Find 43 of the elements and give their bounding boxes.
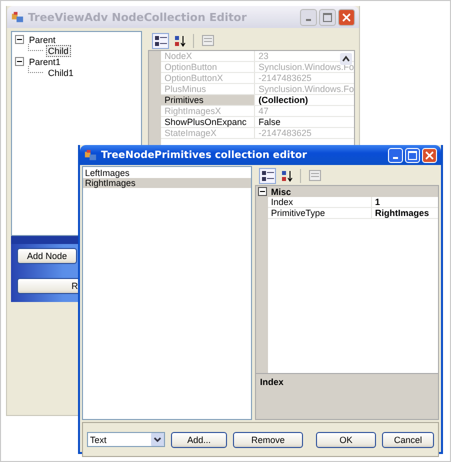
window-title: TreeViewAdv NodeCollection Editor — [28, 10, 248, 24]
collapse-icon[interactable] — [15, 57, 24, 66]
app-icon — [84, 148, 97, 162]
category-label: Misc — [271, 186, 292, 196]
property-name[interactable]: Index — [268, 197, 372, 207]
add-button[interactable]: Add... — [171, 432, 227, 448]
categorized-icon[interactable] — [152, 32, 170, 48]
categorized-icon[interactable] — [259, 168, 276, 184]
tree-node[interactable]: Parent — [27, 34, 58, 46]
property-value: 47 — [257, 106, 268, 116]
window-title: TreeNodePrimitives collection editor — [101, 150, 308, 160]
caret-icon — [151, 433, 164, 446]
property-value: -2147483625 — [257, 73, 312, 83]
property-value: False — [257, 117, 280, 127]
description-title: Index — [260, 377, 284, 387]
close-icon — [425, 150, 434, 160]
app-icon — [11, 10, 24, 24]
property-name[interactable]: Primitives — [161, 95, 256, 105]
add-node-button[interactable]: Add Node — [17, 248, 77, 264]
property-value: -2147483625 — [257, 128, 312, 138]
property-value: Synclusion.Windows.Fo — [257, 62, 354, 72]
tree-node[interactable]: Child1 — [46, 66, 76, 78]
maximize-icon — [323, 12, 332, 22]
remove-button[interactable]: Remove — [233, 432, 303, 448]
scroll-up-icon[interactable] — [340, 53, 352, 65]
tree-node[interactable]: Child — [46, 44, 71, 56]
property-value: 1 — [374, 197, 380, 207]
close-icon — [342, 12, 351, 22]
property-value: 23 — [257, 51, 268, 61]
collapse-icon[interactable] — [258, 187, 267, 196]
maximize-icon — [408, 150, 417, 160]
property-value: RightImages — [374, 208, 430, 218]
property-name[interactable]: ShowPlusOnExpanc — [161, 117, 256, 127]
collapse-icon[interactable] — [15, 35, 24, 44]
ok-button[interactable]: OK — [316, 432, 376, 448]
tree-node[interactable]: Parent1 — [27, 56, 63, 68]
cancel-button[interactable]: Cancel — [382, 432, 434, 448]
property-name[interactable]: PrimitiveType — [268, 208, 372, 218]
list-item[interactable]: RightImages — [83, 178, 251, 188]
list-item[interactable]: LeftImages — [83, 168, 251, 178]
property-value: (Collection) — [257, 95, 308, 105]
type-dropdown[interactable]: Text — [87, 432, 165, 447]
property-value: Synclusion.Windows.Fo — [257, 84, 354, 94]
